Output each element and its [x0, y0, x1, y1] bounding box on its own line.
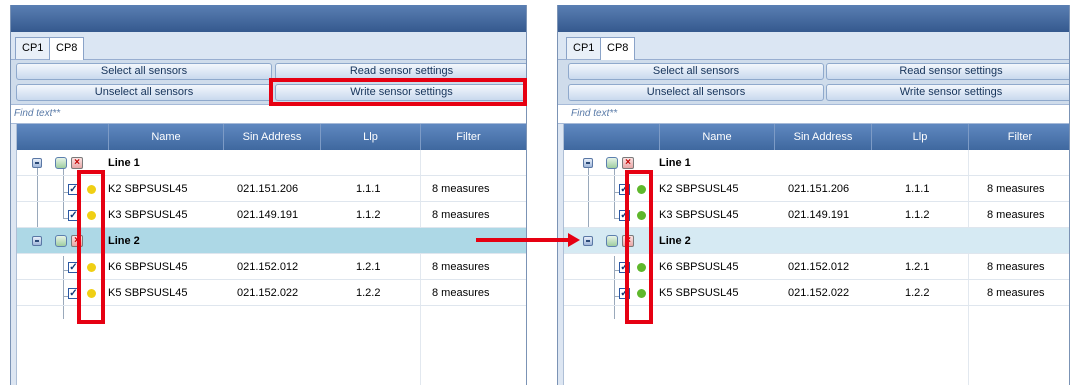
transition-arrow-shaft — [476, 238, 570, 242]
grid-left-edge — [11, 124, 17, 385]
column-header-filter[interactable]: Filter — [968, 124, 1069, 150]
collapse-icon[interactable] — [32, 236, 42, 246]
cell-filter: 8 measures — [987, 287, 1045, 299]
cell-filter: 8 measures — [432, 209, 490, 221]
cell-sin-address: 021.151.206 — [237, 183, 299, 195]
tab-cp1[interactable]: CP1 — [566, 37, 602, 59]
highlight-led-column-after-box — [625, 170, 653, 324]
deselect-group-x-icon[interactable]: × — [71, 157, 83, 169]
find-text-input[interactable]: Find text** — [558, 104, 1069, 124]
select-group-check-icon[interactable] — [606, 235, 618, 247]
group-label: Line 2 — [108, 235, 140, 247]
select-group-check-icon[interactable] — [606, 157, 618, 169]
cell-llp: 1.2.1 — [905, 261, 930, 273]
grid-header: Name Sin Address Llp Filter — [558, 124, 1069, 150]
group-label: Line 1 — [659, 157, 691, 169]
column-header-name[interactable]: Name — [659, 124, 774, 150]
highlight-led-column-before-box — [77, 170, 105, 324]
window-title-bar — [558, 5, 1069, 32]
cell-filter: 8 measures — [432, 287, 490, 299]
cell-llp: 1.2.1 — [356, 261, 381, 273]
collapse-icon[interactable] — [583, 158, 593, 168]
column-header-filter[interactable]: Filter — [420, 124, 516, 150]
cell-name: K5 SBPSUSL45 — [108, 287, 188, 299]
cell-sin-address: 021.152.012 — [237, 261, 299, 273]
highlight-write-button-box — [269, 78, 527, 106]
column-header-llp[interactable]: Llp — [320, 124, 420, 150]
tab-cp8[interactable]: CP8 — [49, 37, 85, 60]
window-title-bar — [11, 5, 526, 32]
cell-llp: 1.1.2 — [356, 209, 381, 221]
cell-sin-address: 021.152.022 — [237, 287, 299, 299]
select-all-sensors-button[interactable]: Select all sensors — [16, 63, 272, 80]
cell-name: K6 SBPSUSL45 — [659, 261, 739, 273]
tab-strip: CP1 CP8 — [11, 32, 526, 60]
cell-filter: 8 measures — [987, 261, 1045, 273]
tab-cp8[interactable]: CP8 — [600, 37, 636, 60]
group-label: Line 1 — [108, 157, 140, 169]
tab-cp1[interactable]: CP1 — [15, 37, 51, 59]
cell-sin-address: 021.152.012 — [788, 261, 850, 273]
deselect-group-x-icon[interactable]: × — [622, 157, 634, 169]
group-label: Line 2 — [659, 235, 691, 247]
write-sensor-settings-button[interactable]: Write sensor settings — [826, 84, 1069, 101]
column-header-sin-address[interactable]: Sin Address — [774, 124, 871, 150]
column-header-name[interactable]: Name — [108, 124, 223, 150]
cell-sin-address: 021.149.191 — [237, 209, 299, 221]
select-all-sensors-button[interactable]: Select all sensors — [568, 63, 824, 80]
find-text-input[interactable]: Find text** — [11, 104, 526, 124]
cell-llp: 1.1.1 — [356, 183, 381, 195]
cell-llp: 1.1.1 — [905, 183, 930, 195]
cell-name: K3 SBPSUSL45 — [659, 209, 739, 221]
cell-sin-address: 021.149.191 — [788, 209, 850, 221]
cell-filter: 8 measures — [432, 261, 490, 273]
grid-left-edge — [558, 124, 564, 385]
collapse-icon[interactable] — [583, 236, 593, 246]
cell-sin-address: 021.151.206 — [788, 183, 850, 195]
column-header-llp[interactable]: Llp — [871, 124, 968, 150]
tab-strip: CP1 CP8 — [558, 32, 1069, 60]
select-group-check-icon[interactable] — [55, 157, 67, 169]
cell-llp: 1.2.2 — [356, 287, 381, 299]
transition-arrow-icon — [568, 233, 580, 247]
select-group-check-icon[interactable] — [55, 235, 67, 247]
cell-llp: 1.1.2 — [905, 209, 930, 221]
cell-filter: 8 measures — [987, 209, 1045, 221]
read-sensor-settings-button[interactable]: Read sensor settings — [826, 63, 1069, 80]
cell-llp: 1.2.2 — [905, 287, 930, 299]
unselect-all-sensors-button[interactable]: Unselect all sensors — [16, 84, 272, 101]
cell-name: K2 SBPSUSL45 — [659, 183, 739, 195]
cell-name: K6 SBPSUSL45 — [108, 261, 188, 273]
cell-filter: 8 measures — [987, 183, 1045, 195]
cell-name: K5 SBPSUSL45 — [659, 287, 739, 299]
cell-sin-address: 021.152.022 — [788, 287, 850, 299]
cell-name: K2 SBPSUSL45 — [108, 183, 188, 195]
collapse-icon[interactable] — [32, 158, 42, 168]
grid-header: Name Sin Address Llp Filter — [11, 124, 526, 150]
cell-filter: 8 measures — [432, 183, 490, 195]
unselect-all-sensors-button[interactable]: Unselect all sensors — [568, 84, 824, 101]
cell-name: K3 SBPSUSL45 — [108, 209, 188, 221]
column-header-sin-address[interactable]: Sin Address — [223, 124, 320, 150]
